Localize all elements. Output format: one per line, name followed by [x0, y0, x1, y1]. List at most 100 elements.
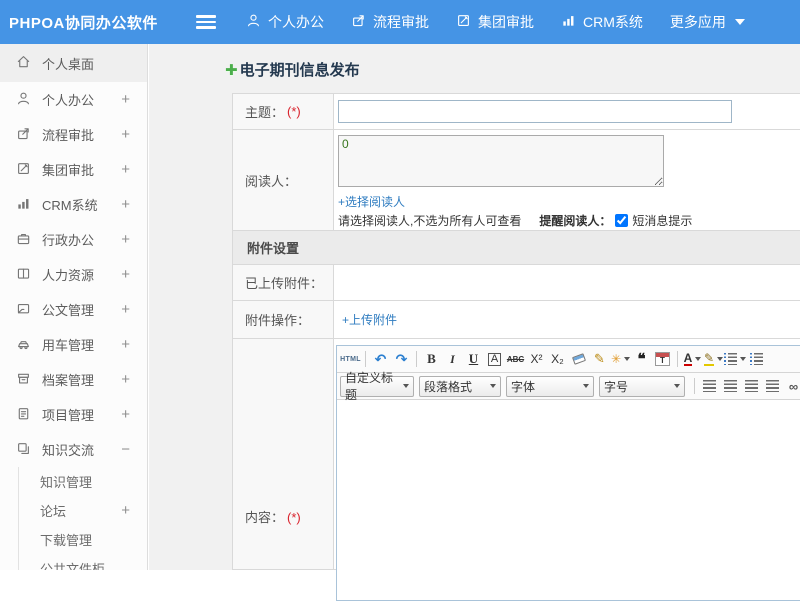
- align-justify-button[interactable]: [762, 376, 783, 397]
- expand-plus-icon[interactable]: +: [121, 126, 130, 143]
- date-icon: T: [655, 352, 670, 366]
- unordered-list-icon: [750, 353, 763, 365]
- paragraph-format-select[interactable]: 段落格式: [419, 375, 501, 397]
- underline-button[interactable]: U: [463, 349, 484, 370]
- chevron-down-icon: [734, 19, 745, 25]
- undo-button[interactable]: ↶: [370, 349, 391, 370]
- sidebar-item-crm-system[interactable]: CRM系统 +: [0, 187, 147, 222]
- sidebar-item-project-management[interactable]: 项目管理 +: [0, 397, 147, 432]
- required-mark: (*): [287, 510, 301, 525]
- sidebar-item-document-management[interactable]: 公文管理 +: [0, 292, 147, 327]
- editor-toolbar-row1: HTML ↶ ↷ B I U A ABC X² X₂ ✎ ✳ ❝ T A ✎: [337, 346, 800, 373]
- font-border-button[interactable]: A: [484, 349, 505, 370]
- sidebar-subitem-public-file-cabinet[interactable]: 公共文件柜: [19, 554, 147, 570]
- expand-plus-icon[interactable]: +: [121, 91, 130, 108]
- uploaded-attachments-label: 已上传附件：: [233, 265, 334, 300]
- font-size-select[interactable]: 字号: [599, 375, 685, 397]
- hamburger-menu-icon[interactable]: [196, 15, 216, 29]
- document-icon: [16, 301, 31, 319]
- nav-group-approval[interactable]: 集团审批: [456, 12, 534, 32]
- subject-input[interactable]: [338, 100, 732, 123]
- sidebar: 个人桌面 个人办公 + 流程审批 + 集团审批 + CRM系统 + 行政办公 +…: [0, 44, 148, 570]
- workflow-icon: [16, 126, 31, 144]
- attachment-section-header: 附件设置: [233, 231, 800, 265]
- expand-plus-icon[interactable]: +: [121, 406, 130, 423]
- sidebar-item-workflow-approval[interactable]: 流程审批 +: [0, 117, 147, 152]
- choose-readers-link[interactable]: +选择阅读人: [338, 193, 405, 210]
- archive-box-icon: [16, 371, 31, 389]
- sidebar-item-group-approval[interactable]: 集团审批 +: [0, 152, 147, 187]
- wand-icon: ✳: [610, 352, 622, 366]
- expand-plus-icon[interactable]: +: [121, 161, 130, 178]
- sidebar-subitem-forum[interactable]: 论坛 +: [19, 496, 147, 525]
- sms-notify-checkbox[interactable]: [615, 214, 629, 227]
- chevron-down-icon: [674, 384, 680, 388]
- sidebar-subitem-download-management[interactable]: 下载管理: [19, 525, 147, 554]
- superscript-button[interactable]: X²: [526, 349, 547, 370]
- expand-plus-icon[interactable]: +: [121, 266, 130, 283]
- font-family-select[interactable]: 字体: [506, 375, 594, 397]
- top-nav: 个人办公 流程审批 集团审批 CRM系统 更多应用: [246, 12, 745, 32]
- chevron-down-icon: [583, 384, 589, 388]
- expand-plus-icon[interactable]: +: [121, 231, 130, 248]
- sidebar-item-knowledge-exchange[interactable]: 知识交流 −: [0, 432, 147, 467]
- edit-icon: [16, 161, 31, 179]
- subscript-button[interactable]: X₂: [547, 349, 568, 370]
- italic-button[interactable]: I: [442, 349, 463, 370]
- bold-button[interactable]: B: [421, 349, 442, 370]
- knowledge-exchange-submenu: 知识管理 论坛 + 下载管理 公共文件柜: [18, 467, 147, 570]
- clipboard-icon: [16, 406, 31, 424]
- align-center-button[interactable]: [720, 376, 741, 397]
- align-left-button[interactable]: [699, 376, 720, 397]
- sidebar-item-human-resources[interactable]: 人力资源 +: [0, 257, 147, 292]
- sidebar-subitem-knowledge-management[interactable]: 知识管理: [19, 467, 147, 496]
- sidebar-item-admin-office[interactable]: 行政办公 +: [0, 222, 147, 257]
- ordered-list-button[interactable]: [724, 349, 746, 370]
- readers-textarea[interactable]: 0: [338, 135, 664, 187]
- strikethrough-button[interactable]: ABC: [505, 349, 526, 370]
- car-icon: [16, 336, 31, 354]
- nav-crm-system[interactable]: CRM系统: [561, 12, 643, 32]
- redo-button[interactable]: ↷: [391, 349, 412, 370]
- subject-row: 主题： (*): [233, 94, 800, 130]
- home-icon: [16, 54, 31, 72]
- expand-plus-icon[interactable]: +: [121, 336, 130, 353]
- green-plus-icon: ✚: [225, 61, 238, 79]
- readers-label: 阅读人：: [233, 130, 334, 230]
- auto-typeset-button[interactable]: ✳: [610, 349, 631, 370]
- custom-title-select[interactable]: 自定义标题: [340, 371, 414, 402]
- insert-date-button[interactable]: T: [652, 349, 673, 370]
- blockquote-button[interactable]: ❝: [631, 349, 652, 370]
- sidebar-item-personal-office[interactable]: 个人办公 +: [0, 82, 147, 117]
- font-color-button[interactable]: A: [682, 349, 703, 370]
- eraser-button[interactable]: [568, 349, 589, 370]
- editor-content-area[interactable]: [337, 400, 800, 600]
- nav-workflow-approval[interactable]: 流程审批: [351, 12, 429, 32]
- unordered-list-button[interactable]: [746, 349, 767, 370]
- bar-chart-icon: [16, 196, 31, 214]
- sidebar-item-vehicle-management[interactable]: 用车管理 +: [0, 327, 147, 362]
- expand-plus-icon[interactable]: +: [121, 196, 130, 213]
- html-source-button[interactable]: HTML: [340, 349, 361, 370]
- expand-plus-icon[interactable]: +: [121, 502, 130, 519]
- expand-plus-icon[interactable]: +: [121, 301, 130, 318]
- align-right-button[interactable]: [741, 376, 762, 397]
- nav-more-apps[interactable]: 更多应用: [670, 12, 745, 32]
- bar-chart-icon: [561, 13, 576, 31]
- highlight-color-button[interactable]: ✎: [703, 349, 724, 370]
- nav-personal-office[interactable]: 个人办公: [246, 12, 324, 32]
- sidebar-item-personal-desktop[interactable]: 个人桌面: [0, 44, 147, 82]
- sidebar-item-archive-management[interactable]: 档案管理 +: [0, 362, 147, 397]
- chevron-down-icon: [624, 357, 631, 361]
- format-painter-button[interactable]: ✎: [589, 349, 610, 370]
- ordered-list-icon: [724, 353, 737, 365]
- attachment-ops-label: 附件操作：: [233, 301, 334, 338]
- edit-icon: [456, 13, 471, 31]
- insert-link-button[interactable]: ∞: [783, 376, 800, 397]
- chevron-down-icon: [490, 384, 496, 388]
- remind-readers-label: 提醒阅读人：: [539, 214, 612, 228]
- expand-plus-icon[interactable]: +: [121, 371, 130, 388]
- upload-attachment-link[interactable]: +上传附件: [342, 311, 397, 328]
- open-book-icon: [16, 266, 31, 284]
- collapse-minus-icon[interactable]: −: [121, 441, 130, 458]
